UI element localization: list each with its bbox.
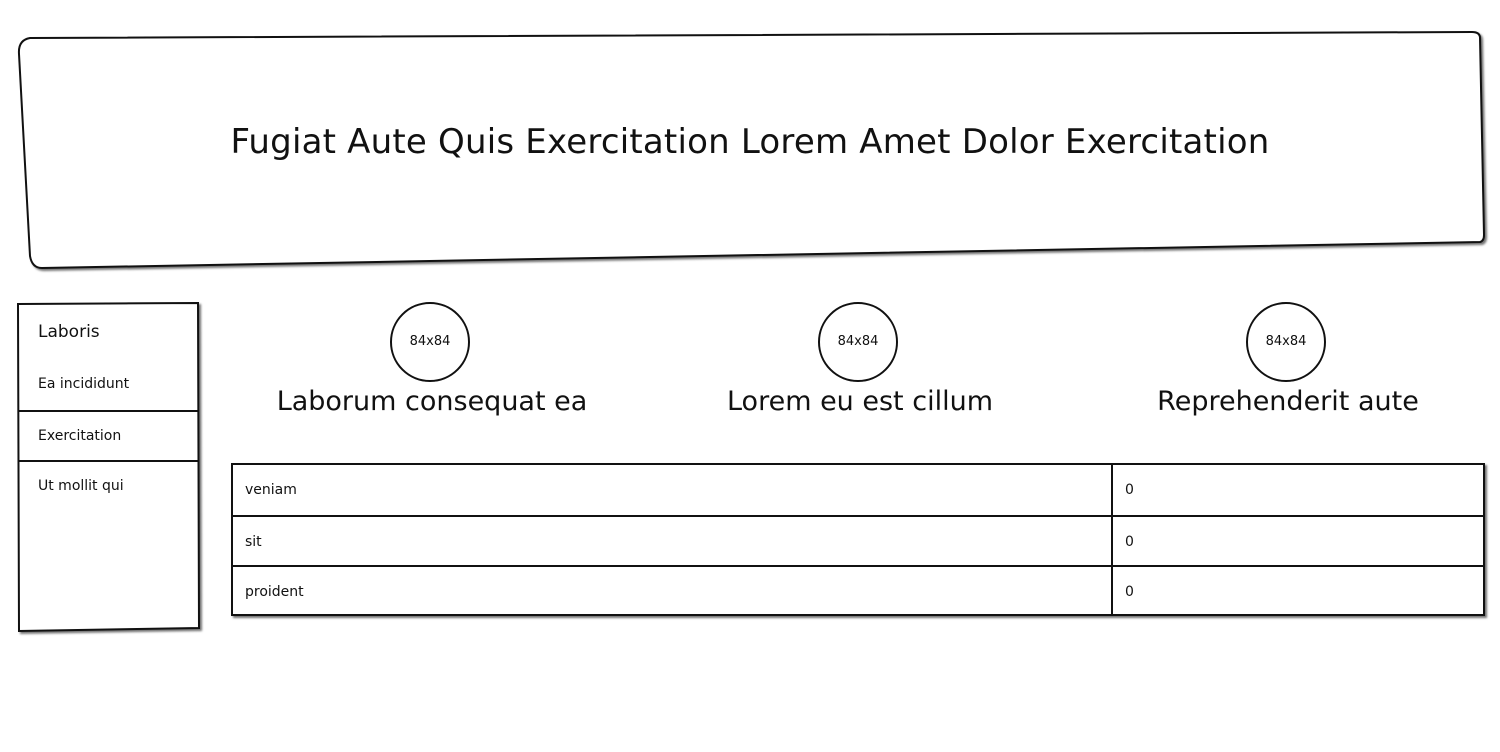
feature-card: 84x84 Lorem eu est cillum: [650, 302, 1070, 432]
feature-card: 84x84 Reprehenderit aute: [1078, 302, 1498, 432]
feature-caption: Lorem eu est cillum: [726, 386, 993, 417]
table-row[interactable]: proident 0: [233, 565, 1483, 615]
image-placeholder: 84x84: [1246, 302, 1326, 382]
table-cell-value: 0: [1111, 567, 1481, 615]
sidebar-nav: Laboris Ea incididunt Exercitation Ut mo…: [16, 302, 201, 633]
data-table: veniam 0 sit 0 proident 0: [231, 463, 1485, 616]
feature-caption: Reprehenderit aute: [1157, 386, 1419, 417]
table-cell-value-text: 0: [1125, 482, 1134, 498]
sidebar-item-label: Exercitation: [38, 428, 122, 444]
image-placeholder: 84x84: [818, 302, 898, 382]
header-banner: Fugiat Aute Quis Exercitation Lorem Amet…: [16, 30, 1486, 270]
feature-card: 84x84 Laborum consequat ea: [222, 302, 642, 432]
table-cell-value-text: 0: [1125, 534, 1134, 550]
sidebar-item-label: Ea incididunt: [38, 376, 130, 392]
image-placeholder: 84x84: [390, 302, 470, 382]
feature-caption: Laborum consequat ea: [276, 386, 588, 417]
table-row[interactable]: sit 0: [233, 515, 1483, 565]
table-cell-value: 0: [1111, 517, 1481, 565]
image-placeholder-label: 84x84: [409, 334, 451, 349]
image-placeholder-label: 84x84: [837, 334, 879, 349]
sidebar-item-label: Ut mollit qui: [38, 478, 124, 494]
page-title: Fugiat Aute Quis Exercitation Lorem Amet…: [230, 122, 1270, 162]
sidebar-item-ut-mollit-qui[interactable]: Ut mollit qui: [18, 460, 198, 510]
image-placeholder-label: 84x84: [1265, 334, 1307, 349]
table-row[interactable]: veniam 0: [233, 465, 1483, 515]
sidebar-item-exercitation[interactable]: Exercitation: [18, 410, 198, 460]
table-cell-value: 0: [1111, 465, 1481, 515]
sidebar-item-ea-incididunt[interactable]: Ea incididunt: [18, 360, 198, 410]
table-cell-name: proident: [245, 584, 304, 600]
table-cell-value-text: 0: [1125, 584, 1134, 600]
sidebar-header: Laboris: [38, 322, 100, 342]
